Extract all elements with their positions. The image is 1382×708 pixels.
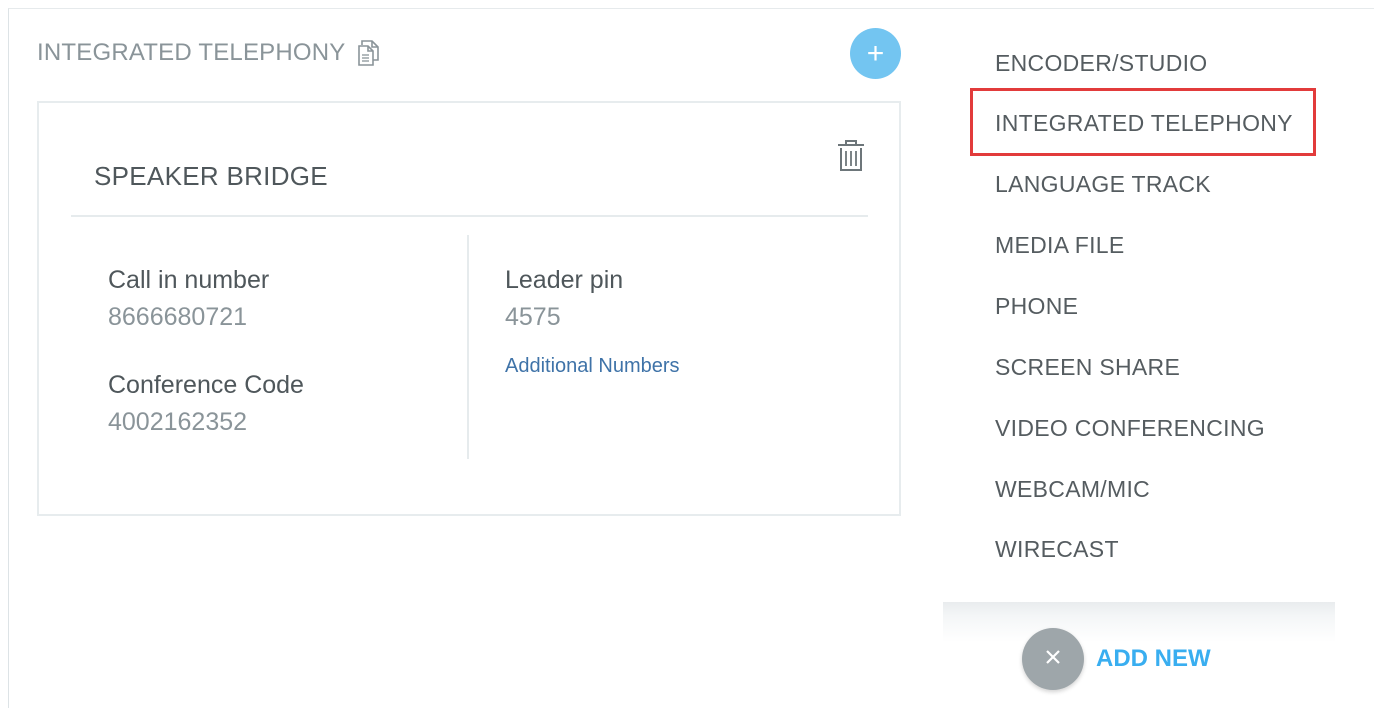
additional-numbers-link[interactable]: Additional Numbers	[505, 355, 680, 378]
menu-item-wirecast[interactable]: WIRECAST	[995, 536, 1119, 563]
menu-item-language-track[interactable]: LANGUAGE TRACK	[995, 171, 1211, 198]
menu-item-encoder-studio[interactable]: ENCODER/STUDIO	[995, 50, 1208, 77]
card-title: SPEAKER BRIDGE	[94, 161, 328, 191]
leader-pin-label: Leader pin	[505, 266, 624, 294]
menu-item-phone[interactable]: PHONE	[995, 293, 1078, 320]
menu-item-video-conferencing[interactable]: VIDEO CONFERENCING	[995, 415, 1265, 442]
conference-code-label: Conference Code	[108, 371, 304, 399]
menu-item-integrated-telephony[interactable]: INTEGRATED TELEPHONY	[995, 110, 1293, 137]
add-source-button[interactable]: +	[850, 28, 901, 79]
call-in-number-label: Call in number	[108, 266, 270, 294]
card-divider	[71, 215, 868, 217]
menu-item-media-file[interactable]: MEDIA FILE	[995, 232, 1125, 259]
trash-icon[interactable]	[835, 139, 867, 173]
section-title: INTEGRATED TELEPHONY	[37, 39, 346, 66]
menu-item-screen-share[interactable]: SCREEN SHARE	[995, 354, 1180, 381]
menu-item-webcam-mic[interactable]: WEBCAM/MIC	[995, 476, 1150, 503]
add-new-button[interactable]: ADD NEW	[1096, 645, 1211, 673]
leader-pin-value: 4575	[505, 303, 561, 331]
copy-icon[interactable]	[356, 38, 382, 68]
close-menu-button[interactable]	[1022, 628, 1084, 690]
conference-code-value: 4002162352	[108, 408, 248, 436]
source-type-dropdown: ENCODER/STUDIO INTEGRATED TELEPHONY LANG…	[943, 36, 1335, 602]
call-in-number-value: 8666680721	[108, 303, 248, 331]
section-header: INTEGRATED TELEPHONY	[37, 36, 382, 70]
close-icon	[1043, 647, 1063, 672]
speaker-bridge-card: SPEAKER BRIDGE Call in number 8666680721…	[37, 101, 901, 516]
column-divider	[467, 235, 469, 459]
plus-icon: +	[866, 36, 885, 70]
